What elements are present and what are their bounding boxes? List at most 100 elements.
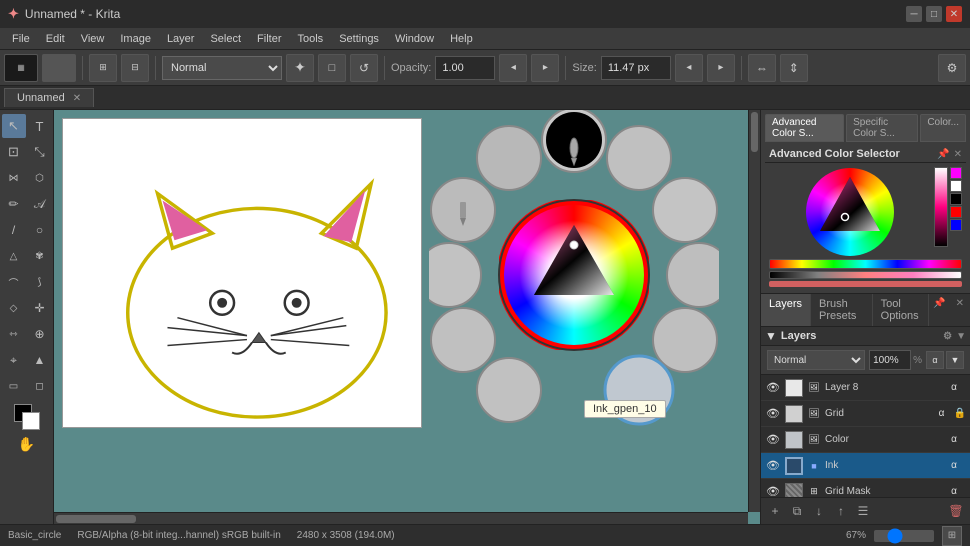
vertical-scrollbar-thumb[interactable] [751,112,758,152]
ellipse-tool[interactable]: ○ [28,218,52,242]
move-down-btn[interactable]: ↓ [809,501,829,521]
settings-btn[interactable]: ⚙ [938,54,966,82]
menu-edit[interactable]: Edit [38,31,73,47]
layers-pin[interactable]: 📌 [929,294,949,326]
menu-layer[interactable]: Layer [159,31,203,47]
layer-visibility-layer8[interactable]: 👁 [765,380,781,396]
layer-row-gridmask[interactable]: 👁 ⊞ Grid Mask α [761,479,970,497]
layer-alpha-lock-grid[interactable]: α [934,406,950,422]
cage-tool[interactable]: ⬡ [28,166,52,190]
document-tab[interactable]: Unnamed ✕ [4,88,94,107]
layer-row-grid[interactable]: 👁 🖼 Grid α 🔒 [761,401,970,427]
layers-opacity-input[interactable] [869,350,911,370]
vertical-scrollbar[interactable] [748,110,760,512]
size-field[interactable]: 11.47 px [601,56,671,80]
line-tool[interactable]: / [2,218,26,242]
horizontal-scrollbar-thumb[interactable] [56,515,136,523]
brush-pattern-2[interactable] [42,54,76,82]
layer-lock-grid[interactable]: 🔒 [954,408,966,419]
dynamic-tool[interactable]: ⟆ [28,270,52,294]
layer-row-color[interactable]: 👁 🖼 Color α [761,427,970,453]
layer-visibility-gridmask[interactable]: 👁 [765,484,781,498]
add-layer-btn[interactable]: + [765,501,785,521]
close-button[interactable]: ✕ [946,6,962,22]
layer-alpha-lock-ink[interactable]: α [946,458,962,474]
select-tool[interactable]: ↖ [2,114,26,138]
layer-alpha-lock-color[interactable]: α [946,432,962,448]
maximize-button[interactable]: □ [926,6,942,22]
adv-color-close[interactable]: ✕ [954,149,962,160]
menu-settings[interactable]: Settings [331,31,387,47]
brush-pattern-1[interactable]: ▦ [4,54,38,82]
size-increase[interactable]: ▸ [707,54,735,82]
menu-view[interactable]: View [73,31,113,47]
layers-blend-mode[interactable]: Normal [767,350,865,370]
brush-presets-tab[interactable]: Brush Presets [811,294,873,326]
layers-alpha-btn[interactable]: α [926,351,944,369]
minimize-button[interactable]: ─ [906,6,922,22]
hand-tool[interactable]: ✋ [15,432,39,456]
opacity-increase[interactable]: ▸ [531,54,559,82]
warp-tool[interactable]: ⋈ [2,166,26,190]
bezier-tool[interactable]: ⌒ [2,270,26,294]
tab-close-btn[interactable]: ✕ [73,93,81,104]
brush-presets-grid-btn[interactable]: ⊟ [121,54,149,82]
adv-color-pin[interactable]: 📌 [937,149,949,160]
zoom-fit-btn[interactable]: ⊞ [942,526,962,546]
fg-bg-colors[interactable] [14,404,40,430]
transform-tool[interactable]: ⤡ [28,140,52,164]
brush-presets-btn[interactable]: ⊞ [89,54,117,82]
fill-tool[interactable]: ▲ [28,348,52,372]
adv-color-tab-1[interactable]: Advanced Color S... [765,114,844,142]
tool-options-tab[interactable]: Tool Options [873,294,930,326]
layers-tab[interactable]: Layers [761,294,811,326]
menu-help[interactable]: Help [442,31,481,47]
horizontal-scrollbar[interactable] [54,512,748,524]
freehand-tool[interactable]: ✾ [28,244,52,268]
move-up-btn[interactable]: ↑ [831,501,851,521]
menu-window[interactable]: Window [387,31,442,47]
blend-mode-select[interactable]: Normal Multiply Screen Overlay [162,56,282,80]
mini-color-wheel[interactable] [800,167,900,257]
menu-image[interactable]: Image [112,31,159,47]
eraser-btn[interactable]: ✦ [286,54,314,82]
size-decrease[interactable]: ◂ [675,54,703,82]
swatch-red[interactable] [950,206,962,218]
layers-options-icon[interactable]: ⚙ [943,331,952,342]
crop-tool[interactable]: ⊡ [2,140,26,164]
gradient-tool[interactable]: ▭ [2,374,26,398]
hue-bar[interactable] [769,259,962,269]
layer-alpha-lock-layer8[interactable]: α [946,380,962,396]
menu-select[interactable]: Select [202,31,249,47]
adv-color-tab-3[interactable]: Color... [920,114,966,142]
layers-close[interactable]: ✕ [950,294,970,326]
brush-tool[interactable]: ✏ [2,192,26,216]
colorpicker-tool[interactable]: ⌖ [2,348,26,372]
mirror-v-btn[interactable]: ⇕ [780,54,808,82]
layer-row-ink[interactable]: 👁 ■ Ink α [761,453,970,479]
layer-visibility-ink[interactable]: 👁 [765,458,781,474]
layer-row-layer8[interactable]: 👁 🖼 Layer 8 α [761,375,970,401]
swatch-magenta[interactable] [950,167,962,179]
eraser-tool[interactable]: ◻ [28,374,52,398]
calligraphy-tool[interactable]: 𝒜 [28,192,52,216]
swatch-white[interactable] [950,180,962,192]
hue-dot-1[interactable] [769,281,962,287]
swatch-blue[interactable] [950,219,962,231]
layer-visibility-color[interactable]: 👁 [765,432,781,448]
text-tool[interactable]: T [28,114,52,138]
menu-filter[interactable]: Filter [249,31,289,47]
polygon-tool[interactable]: △ [2,244,26,268]
saturation-bar[interactable] [934,167,948,247]
reset-btn[interactable]: ↺ [350,54,378,82]
layer-alpha-lock-gridmask[interactable]: α [946,484,962,498]
measure-tool[interactable]: ⇿ [2,322,26,346]
swatch-black[interactable] [950,193,962,205]
lightness-bar[interactable] [769,271,962,279]
copy-layer-btn[interactable]: ⧉ [787,501,807,521]
zoom-tool[interactable]: ⊕ [28,322,52,346]
zoom-slider[interactable] [874,530,934,542]
opacity-field[interactable]: 1.00 [435,56,495,80]
layer-props-btn[interactable]: ☰ [853,501,873,521]
background-color[interactable] [22,412,40,430]
